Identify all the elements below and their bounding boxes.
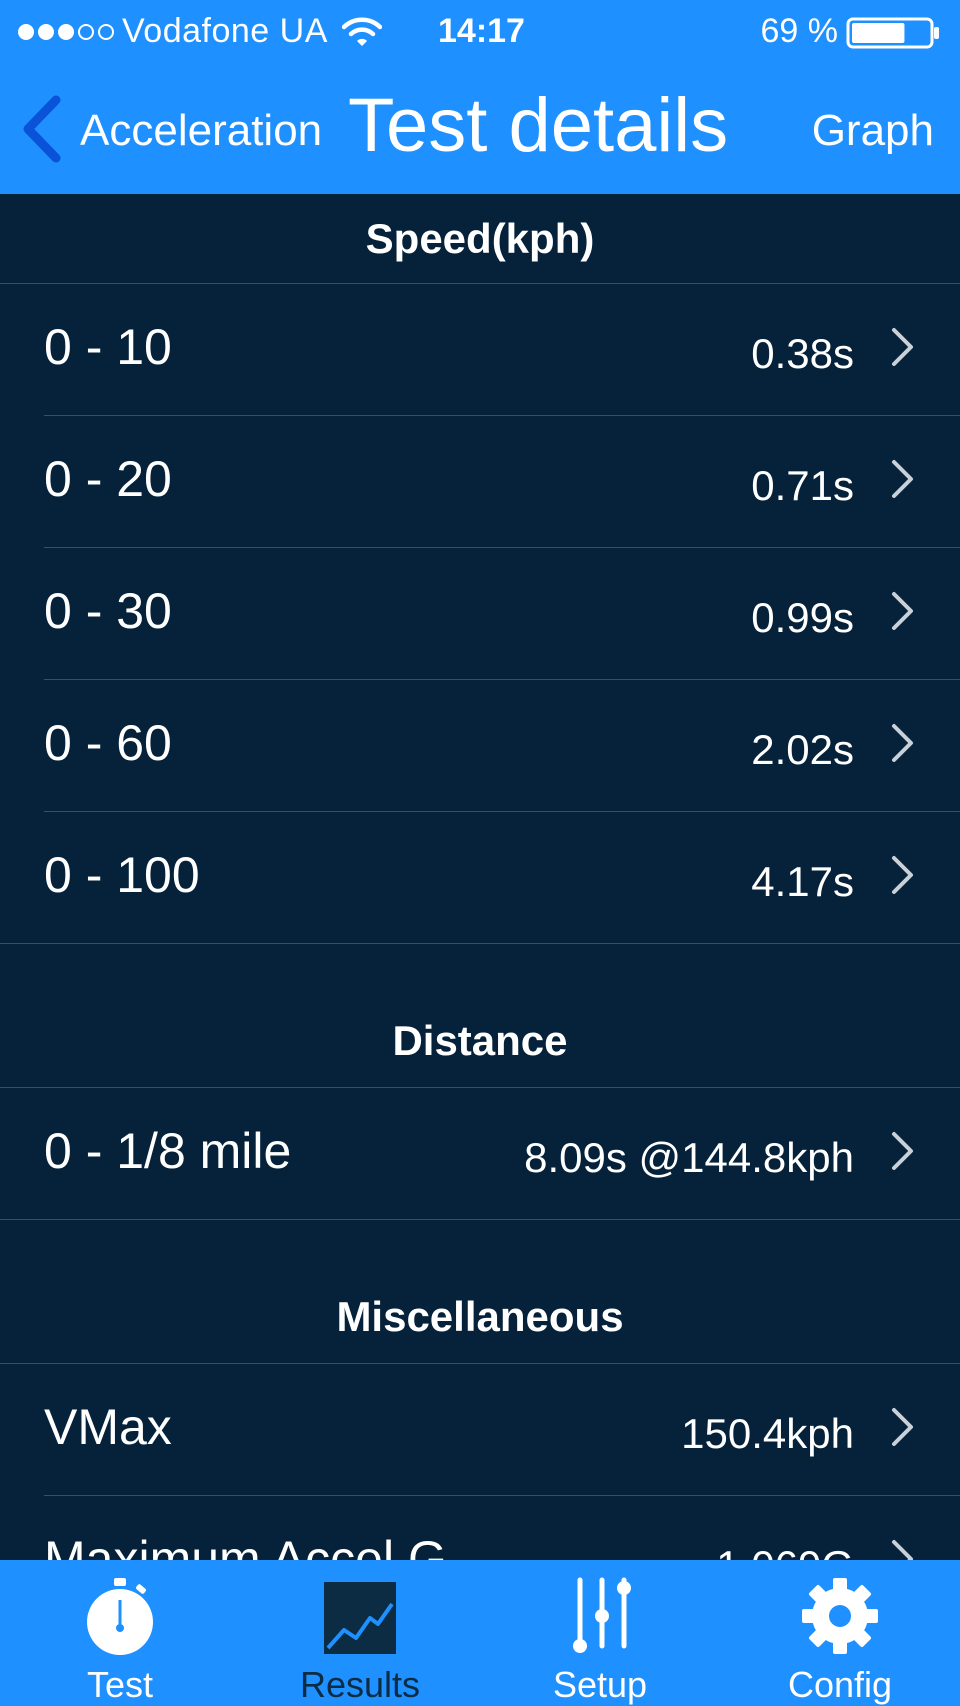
signal-dot bbox=[38, 23, 54, 40]
stopwatch-icon bbox=[87, 1578, 153, 1655]
wifi-icon bbox=[341, 17, 382, 46]
chevron-right-icon bbox=[892, 724, 913, 762]
page-title: Test details bbox=[348, 83, 729, 168]
list-item[interactable]: 0 - 20 0.71s bbox=[44, 416, 960, 548]
list-item[interactable]: 0 - 100 4.17s bbox=[0, 812, 960, 944]
row-value: 1.069G bbox=[716, 1542, 854, 1560]
gear-icon bbox=[802, 1578, 878, 1654]
row-value: 150.4kph bbox=[681, 1410, 854, 1457]
graph-button[interactable]: Graph bbox=[812, 106, 934, 156]
back-chevron-icon[interactable] bbox=[20, 94, 66, 164]
row-value: 0.99s bbox=[751, 594, 854, 641]
tab-label: Test bbox=[86, 1664, 154, 1705]
row-value: 0.71s bbox=[751, 462, 854, 509]
row-value: 2.02s bbox=[751, 726, 854, 773]
carrier-name: Vodafone UA bbox=[122, 12, 328, 50]
row-label: 0 - 1/8 mile bbox=[44, 1123, 292, 1179]
row-label: VMax bbox=[44, 1399, 172, 1455]
chart-icon bbox=[324, 1582, 396, 1654]
status-time: 14:17 bbox=[438, 12, 525, 50]
results-list[interactable]: Speed(kph) 0 - 10 0.38s 0 - 20 0.71s 0 -… bbox=[0, 194, 960, 1560]
row-value: 4.17s bbox=[751, 858, 854, 905]
chevron-right-icon bbox=[892, 1408, 913, 1446]
chevron-right-icon bbox=[892, 1540, 913, 1560]
status-bar: Vodafone UA 14:17 69 % bbox=[0, 0, 960, 64]
tab-label: Config bbox=[787, 1664, 893, 1705]
tab-label: Results bbox=[299, 1664, 421, 1705]
list-item[interactable]: VMax 150.4kph bbox=[44, 1364, 960, 1496]
chevron-right-icon bbox=[892, 592, 913, 630]
row-value: 0.38s bbox=[751, 330, 854, 377]
tab-results[interactable]: Results bbox=[240, 1560, 480, 1706]
signal-dot bbox=[78, 23, 94, 40]
back-button[interactable]: Acceleration bbox=[80, 106, 322, 156]
tab-setup[interactable]: Setup bbox=[480, 1560, 720, 1706]
battery-icon bbox=[846, 17, 939, 49]
list-item[interactable]: 0 - 60 2.02s bbox=[44, 680, 960, 812]
chevron-right-icon bbox=[892, 328, 913, 366]
chevron-right-icon bbox=[892, 856, 913, 894]
section-header-speed: Speed(kph) bbox=[0, 194, 960, 284]
row-value: 8.09s @144.8kph bbox=[524, 1134, 854, 1181]
tab-label: Setup bbox=[552, 1664, 648, 1705]
list-item[interactable]: 0 - 30 0.99s bbox=[44, 548, 960, 680]
list-item[interactable]: 0 - 10 0.38s bbox=[44, 284, 960, 416]
signal-dot bbox=[58, 23, 74, 40]
row-label: 0 - 100 bbox=[44, 847, 200, 903]
screen: Vodafone UA 14:17 69 % Acceleration Test… bbox=[0, 0, 960, 1706]
signal-dot bbox=[18, 23, 34, 40]
status-left: Vodafone UA bbox=[18, 12, 382, 51]
row-label: 0 - 30 bbox=[44, 583, 172, 639]
list-item[interactable]: Maximum Accel G 1.069G bbox=[44, 1496, 960, 1560]
tab-bar: Test Results Setup Config bbox=[0, 1560, 960, 1706]
signal-strength-icon bbox=[18, 23, 114, 40]
navigation-bar: Acceleration Test details Graph bbox=[0, 64, 960, 194]
tab-config[interactable]: Config bbox=[720, 1560, 960, 1706]
section-header-distance: Distance bbox=[0, 944, 960, 1088]
row-label: 0 - 60 bbox=[44, 715, 172, 771]
chevron-right-icon bbox=[892, 1132, 913, 1170]
row-label: 0 - 10 bbox=[44, 319, 172, 375]
row-label: 0 - 20 bbox=[44, 451, 172, 507]
row-label: Maximum Accel G bbox=[44, 1531, 447, 1560]
chevron-right-icon bbox=[892, 460, 913, 498]
list-item[interactable]: 0 - 1/8 mile 8.09s @144.8kph bbox=[0, 1088, 960, 1220]
sliders-icon bbox=[573, 1577, 631, 1653]
signal-dot bbox=[98, 23, 114, 40]
tab-test[interactable]: Test bbox=[0, 1560, 240, 1706]
section-header-misc: Miscellaneous bbox=[0, 1220, 960, 1364]
battery-percent: 69 % bbox=[760, 12, 839, 50]
